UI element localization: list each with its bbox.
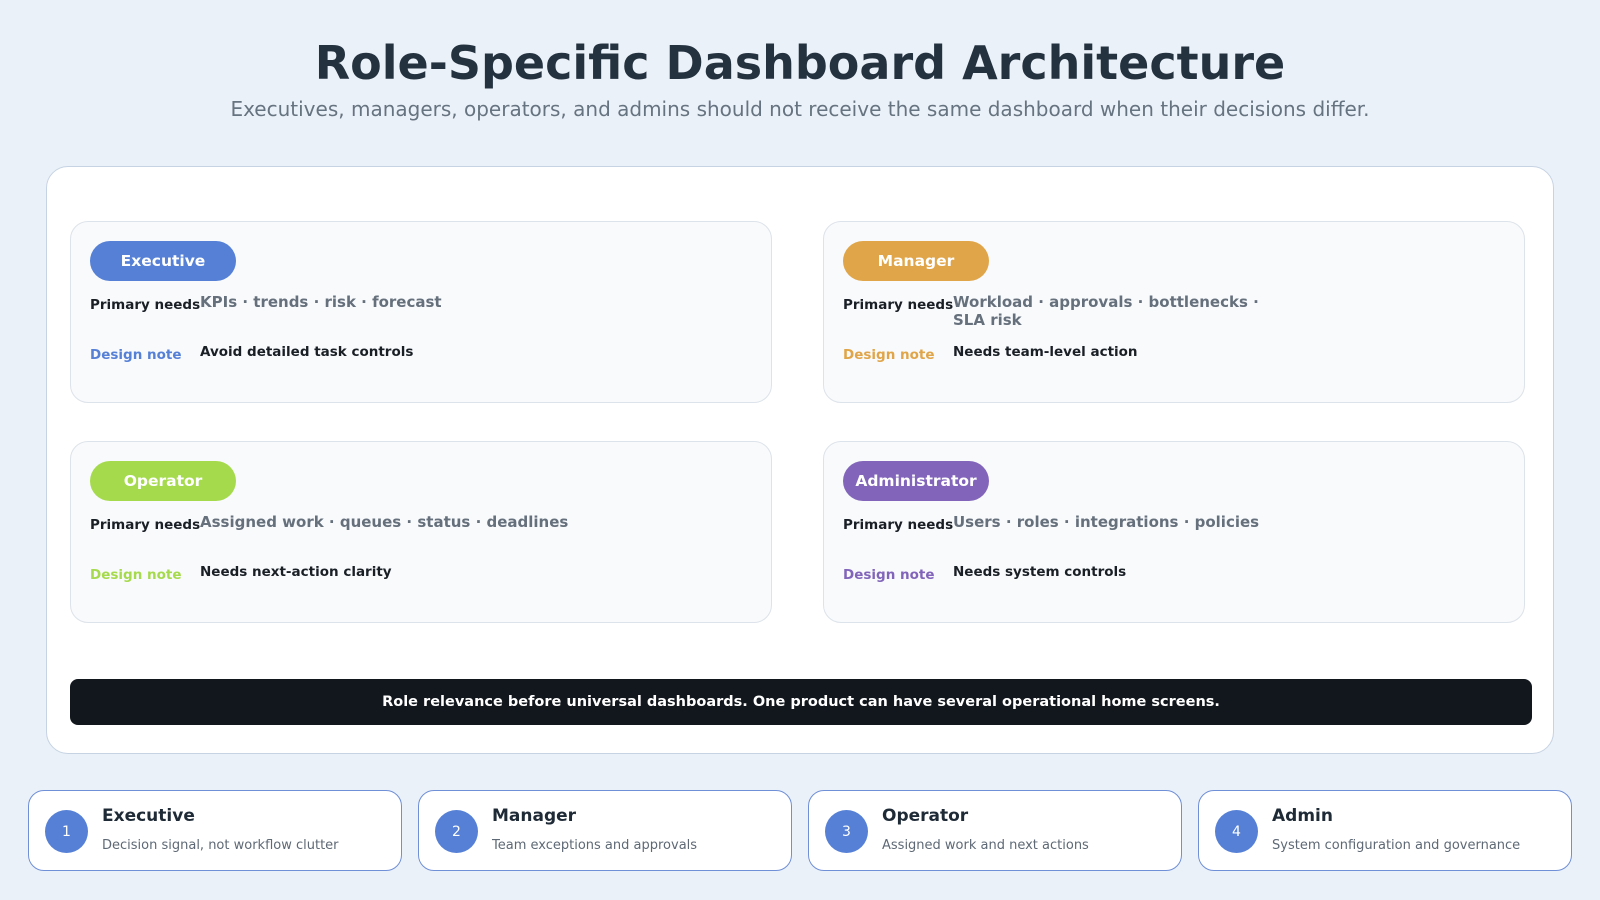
primary-needs-label: Primary needs <box>843 517 954 533</box>
summary-card-admin: 4 Admin System configuration and governa… <box>1198 790 1572 871</box>
page-subtitle: Executives, managers, operators, and adm… <box>230 97 1370 121</box>
summary-banner: Role relevance before universal dashboar… <box>70 679 1532 725</box>
summary-description: Decision signal, not workflow clutter <box>102 838 339 853</box>
design-note-label: Design note <box>843 567 935 583</box>
summary-description: System configuration and governance <box>1272 838 1521 853</box>
step-number-badge: 1 <box>45 810 88 853</box>
summary-card-executive: 1 Executive Decision signal, not workflo… <box>28 790 402 871</box>
page-title: Role-Specific Dashboard Architecture <box>314 36 1286 90</box>
summary-title: Operator <box>882 806 969 826</box>
step-number-badge: 4 <box>1215 810 1258 853</box>
design-note-value: Needs team-level action <box>953 344 1138 360</box>
design-note-value: Needs system controls <box>953 564 1127 580</box>
primary-needs-value: Users · roles · integrations · policies <box>953 513 1260 531</box>
design-note-label: Design note <box>90 347 182 363</box>
summary-description: Team exceptions and approvals <box>492 838 698 853</box>
role-pill-operator: Operator <box>90 461 236 501</box>
role-card-executive: Executive Primary needs KPIs · trends · … <box>70 221 772 403</box>
summary-title: Manager <box>492 806 577 826</box>
role-card-administrator: Administrator Primary needs Users · role… <box>823 441 1525 623</box>
role-pill-manager: Manager <box>843 241 989 281</box>
primary-needs-label: Primary needs <box>90 297 201 313</box>
roles-panel: Executive Primary needs KPIs · trends · … <box>46 166 1554 754</box>
role-pill-administrator: Administrator <box>843 461 989 501</box>
primary-needs-value: Assigned work · queues · status · deadli… <box>200 513 569 531</box>
summary-description: Assigned work and next actions <box>882 838 1089 853</box>
step-number-badge: 3 <box>825 810 868 853</box>
summary-title: Admin <box>1272 806 1333 826</box>
primary-needs-label: Primary needs <box>843 297 954 313</box>
summary-card-manager: 2 Manager Team exceptions and approvals <box>418 790 792 871</box>
primary-needs-value: KPIs · trends · risk · forecast <box>200 293 442 311</box>
step-number-badge: 2 <box>435 810 478 853</box>
design-note-label: Design note <box>843 347 935 363</box>
role-pill-executive: Executive <box>90 241 236 281</box>
primary-needs-value: Workload · approvals · bottlenecks · SLA… <box>953 293 1259 329</box>
role-card-operator: Operator Primary needs Assigned work · q… <box>70 441 772 623</box>
primary-needs-label: Primary needs <box>90 517 201 533</box>
role-card-manager: Manager Primary needs Workload · approva… <box>823 221 1525 403</box>
summary-title: Executive <box>102 806 195 826</box>
summary-card-operator: 3 Operator Assigned work and next action… <box>808 790 1182 871</box>
design-note-value: Needs next-action clarity <box>200 564 392 580</box>
design-note-value: Avoid detailed task controls <box>200 344 414 360</box>
design-note-label: Design note <box>90 567 182 583</box>
